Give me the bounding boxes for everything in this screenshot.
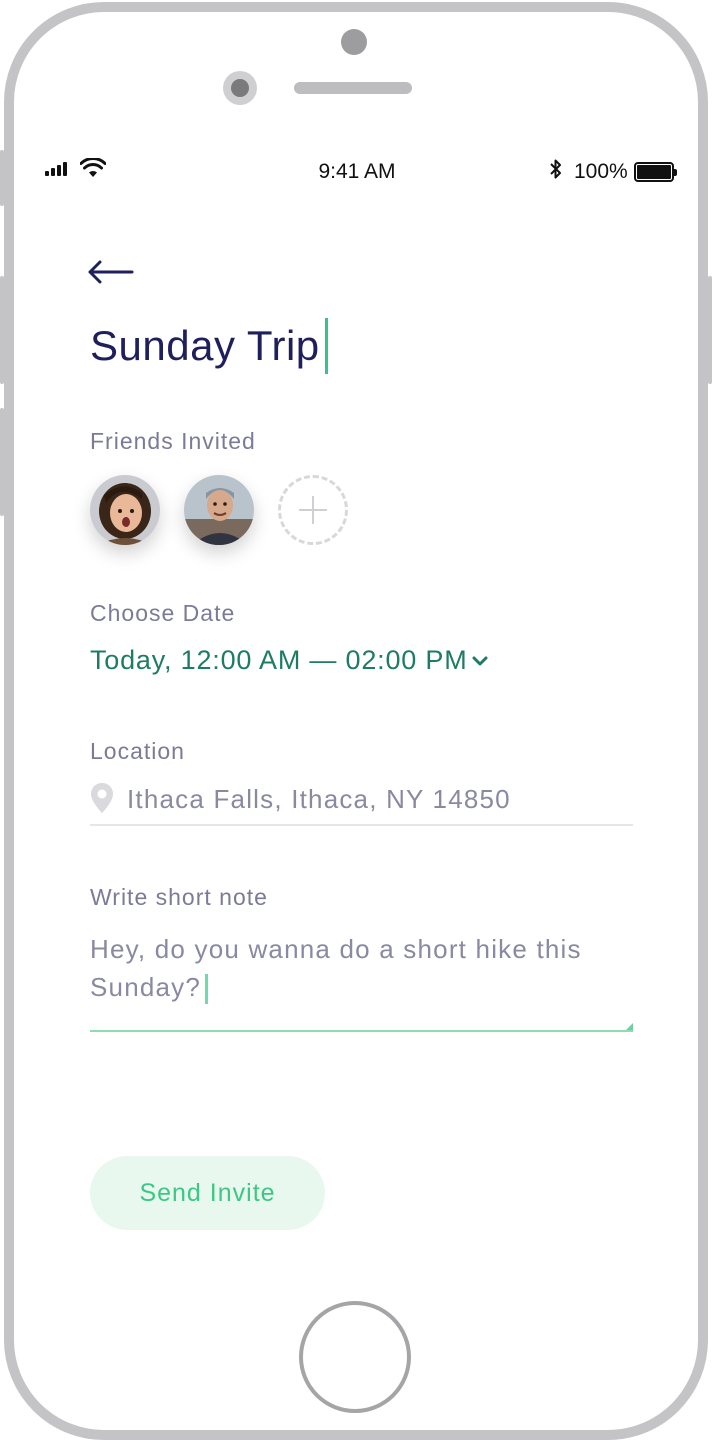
chevron-down-icon bbox=[472, 656, 487, 665]
choose-date-label: Choose Date bbox=[90, 600, 236, 626]
earpiece-speaker bbox=[294, 82, 412, 94]
power-button bbox=[708, 276, 712, 384]
bluetooth-icon bbox=[550, 159, 561, 179]
note-label: Write short note bbox=[90, 884, 268, 910]
location-label: Location bbox=[90, 738, 185, 764]
map-pin-icon bbox=[91, 783, 113, 813]
volume-up-button bbox=[0, 276, 4, 384]
home-button[interactable] bbox=[299, 1301, 411, 1413]
resize-handle[interactable] bbox=[626, 1023, 633, 1030]
send-invite-button[interactable]: Send Invite bbox=[90, 1156, 325, 1230]
front-camera bbox=[223, 71, 257, 105]
note-textarea[interactable]: Hey, do you wanna do a short hike this S… bbox=[90, 930, 633, 1032]
date-value: Today, 12:00 AM — 02:00 PM bbox=[90, 645, 468, 675]
location-value: Ithaca Falls, Ithaca, NY 14850 bbox=[127, 784, 511, 814]
plus-icon[interactable] bbox=[278, 475, 348, 545]
text-cursor bbox=[205, 974, 209, 1005]
battery-percentage: 100% bbox=[574, 160, 628, 183]
date-selector[interactable]: Today, 12:00 AM — 02:00 PM bbox=[90, 645, 488, 676]
avatar-woman[interactable] bbox=[90, 475, 160, 545]
battery-icon bbox=[634, 162, 677, 182]
proximity-sensor bbox=[341, 29, 367, 55]
arrow-left-icon[interactable] bbox=[86, 256, 134, 288]
text-cursor bbox=[324, 318, 328, 374]
status-bar: 9:41 AM 100% bbox=[0, 152, 714, 192]
friends-list bbox=[90, 475, 348, 545]
friends-invited-label: Friends Invited bbox=[90, 428, 256, 454]
note-value: Hey, do you wanna do a short hike this S… bbox=[90, 934, 582, 1002]
page-title: Sunday Trip bbox=[90, 322, 320, 369]
avatar-man[interactable] bbox=[184, 475, 254, 545]
volume-down-button bbox=[0, 408, 4, 516]
trip-title-input[interactable]: Sunday Trip bbox=[90, 318, 328, 374]
location-input[interactable]: Ithaca Falls, Ithaca, NY 14850 bbox=[90, 782, 633, 826]
